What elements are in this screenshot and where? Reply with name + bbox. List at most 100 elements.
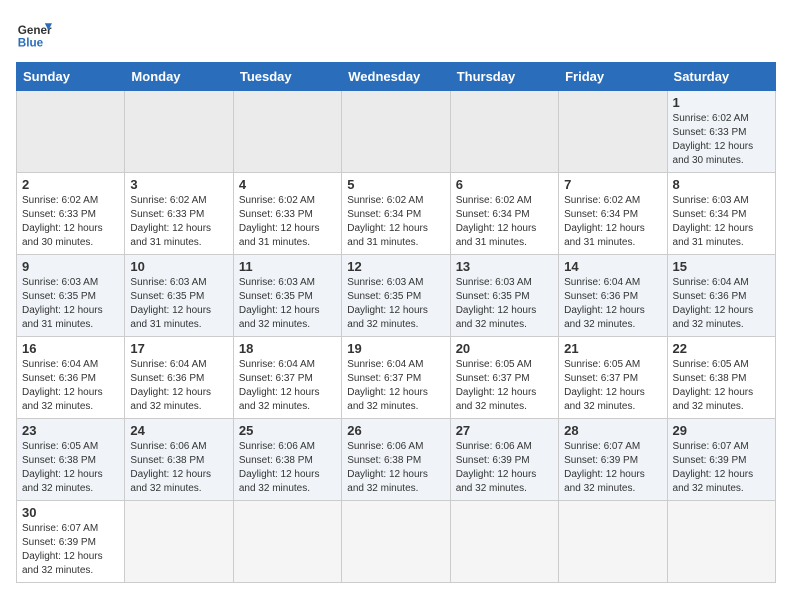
day-info: Sunrise: 6:02 AM Sunset: 6:33 PM Dayligh…	[239, 194, 336, 250]
calendar-day-cell: 7 Sunrise: 6:02 AM Sunset: 6:34 PM Daylig…	[559, 173, 667, 255]
logo: General Blue	[16, 16, 52, 52]
day-info: Sunrise: 6:07 AM Sunset: 6:39 PM Dayligh…	[564, 440, 661, 496]
calendar-week-row: 23 Sunrise: 6:05 AM Sunset: 6:38 PM Dayli…	[17, 419, 776, 501]
page-header: General Blue	[16, 16, 776, 52]
day-info: Sunrise: 6:04 AM Sunset: 6:36 PM Dayligh…	[130, 358, 227, 414]
generalblue-logo-icon: General Blue	[16, 16, 52, 52]
calendar-day-cell	[559, 91, 667, 173]
calendar-day-cell: 2 Sunrise: 6:02 AM Sunset: 6:33 PM Daylig…	[17, 173, 125, 255]
day-number: 27	[456, 423, 553, 438]
day-info: Sunrise: 6:05 AM Sunset: 6:38 PM Dayligh…	[22, 440, 119, 496]
day-info: Sunrise: 6:04 AM Sunset: 6:36 PM Dayligh…	[564, 276, 661, 332]
calendar-week-row: 1Sunrise: 6:02 AM Sunset: 6:33 PM Daylig…	[17, 91, 776, 173]
calendar-day-cell: 8 Sunrise: 6:03 AM Sunset: 6:34 PM Daylig…	[667, 173, 775, 255]
day-number: 28	[564, 423, 661, 438]
calendar-day-cell: 6Sunrise: 6:02 AM Sunset: 6:34 PM Daylig…	[450, 173, 558, 255]
day-info: Sunrise: 6:04 AM Sunset: 6:37 PM Dayligh…	[347, 358, 444, 414]
calendar-day-cell: 27 Sunrise: 6:06 AM Sunset: 6:39 PM Dayli…	[450, 419, 558, 501]
calendar-day-cell	[125, 501, 233, 583]
calendar-day-cell: 4Sunrise: 6:02 AM Sunset: 6:33 PM Daylig…	[233, 173, 341, 255]
day-header-sunday: Sunday	[17, 63, 125, 91]
calendar-day-cell: 1Sunrise: 6:02 AM Sunset: 6:33 PM Daylig…	[667, 91, 775, 173]
day-number: 22	[673, 341, 770, 356]
calendar-day-cell: 29Sunrise: 6:07 AM Sunset: 6:39 PM Dayli…	[667, 419, 775, 501]
calendar-table: SundayMondayTuesdayWednesdayThursdayFrid…	[16, 62, 776, 583]
day-info: Sunrise: 6:06 AM Sunset: 6:39 PM Dayligh…	[456, 440, 553, 496]
calendar-day-cell	[450, 501, 558, 583]
day-info: Sunrise: 6:05 AM Sunset: 6:37 PM Dayligh…	[456, 358, 553, 414]
day-number: 20	[456, 341, 553, 356]
day-number: 13	[456, 259, 553, 274]
day-info: Sunrise: 6:03 AM Sunset: 6:35 PM Dayligh…	[130, 276, 227, 332]
calendar-day-cell	[125, 91, 233, 173]
calendar-day-cell	[17, 91, 125, 173]
day-number: 17	[130, 341, 227, 356]
calendar-day-cell: 28 Sunrise: 6:07 AM Sunset: 6:39 PM Dayli…	[559, 419, 667, 501]
calendar-day-cell: 16 Sunrise: 6:04 AM Sunset: 6:36 PM Dayli…	[17, 337, 125, 419]
calendar-day-cell: 17 Sunrise: 6:04 AM Sunset: 6:36 PM Dayli…	[125, 337, 233, 419]
day-number: 2	[22, 177, 119, 192]
day-info: Sunrise: 6:02 AM Sunset: 6:34 PM Dayligh…	[347, 194, 444, 250]
day-number: 8	[673, 177, 770, 192]
day-header-thursday: Thursday	[450, 63, 558, 91]
day-info: Sunrise: 6:02 AM Sunset: 6:34 PM Dayligh…	[564, 194, 661, 250]
day-number: 19	[347, 341, 444, 356]
svg-text:Blue: Blue	[18, 37, 44, 50]
calendar-day-cell: 26 Sunrise: 6:06 AM Sunset: 6:38 PM Dayli…	[342, 419, 450, 501]
calendar-day-cell	[559, 501, 667, 583]
day-number: 23	[22, 423, 119, 438]
calendar-day-cell: 25Sunrise: 6:06 AM Sunset: 6:38 PM Dayli…	[233, 419, 341, 501]
day-info: Sunrise: 6:02 AM Sunset: 6:34 PM Dayligh…	[456, 194, 553, 250]
calendar-day-cell: 11 Sunrise: 6:03 AM Sunset: 6:35 PM Dayli…	[233, 255, 341, 337]
day-number: 9	[22, 259, 119, 274]
calendar-day-cell: 19 Sunrise: 6:04 AM Sunset: 6:37 PM Dayli…	[342, 337, 450, 419]
calendar-day-cell: 5 Sunrise: 6:02 AM Sunset: 6:34 PM Daylig…	[342, 173, 450, 255]
calendar-week-row: 16 Sunrise: 6:04 AM Sunset: 6:36 PM Dayli…	[17, 337, 776, 419]
calendar-day-cell	[233, 91, 341, 173]
calendar-day-cell: 14 Sunrise: 6:04 AM Sunset: 6:36 PM Dayli…	[559, 255, 667, 337]
calendar-day-cell: 18Sunrise: 6:04 AM Sunset: 6:37 PM Dayli…	[233, 337, 341, 419]
day-info: Sunrise: 6:02 AM Sunset: 6:33 PM Dayligh…	[22, 194, 119, 250]
day-info: Sunrise: 6:03 AM Sunset: 6:35 PM Dayligh…	[22, 276, 119, 332]
day-number: 5	[347, 177, 444, 192]
day-info: Sunrise: 6:05 AM Sunset: 6:38 PM Dayligh…	[673, 358, 770, 414]
calendar-day-cell: 3Sunrise: 6:02 AM Sunset: 6:33 PM Daylig…	[125, 173, 233, 255]
day-header-saturday: Saturday	[667, 63, 775, 91]
calendar-day-cell: 22 Sunrise: 6:05 AM Sunset: 6:38 PM Dayli…	[667, 337, 775, 419]
day-number: 12	[347, 259, 444, 274]
day-number: 29	[673, 423, 770, 438]
day-info: Sunrise: 6:04 AM Sunset: 6:36 PM Dayligh…	[22, 358, 119, 414]
calendar-day-cell: 9 Sunrise: 6:03 AM Sunset: 6:35 PM Daylig…	[17, 255, 125, 337]
day-number: 21	[564, 341, 661, 356]
calendar-day-cell	[233, 501, 341, 583]
calendar-week-row: 9 Sunrise: 6:03 AM Sunset: 6:35 PM Daylig…	[17, 255, 776, 337]
day-number: 30	[22, 505, 119, 520]
day-header-friday: Friday	[559, 63, 667, 91]
calendar-header-row: SundayMondayTuesdayWednesdayThursdayFrid…	[17, 63, 776, 91]
calendar-day-cell: 30Sunrise: 6:07 AM Sunset: 6:39 PM Dayli…	[17, 501, 125, 583]
day-number: 26	[347, 423, 444, 438]
day-info: Sunrise: 6:03 AM Sunset: 6:35 PM Dayligh…	[347, 276, 444, 332]
day-number: 11	[239, 259, 336, 274]
day-info: Sunrise: 6:06 AM Sunset: 6:38 PM Dayligh…	[239, 440, 336, 496]
day-header-tuesday: Tuesday	[233, 63, 341, 91]
day-number: 16	[22, 341, 119, 356]
day-info: Sunrise: 6:02 AM Sunset: 6:33 PM Dayligh…	[130, 194, 227, 250]
calendar-week-row: 2 Sunrise: 6:02 AM Sunset: 6:33 PM Daylig…	[17, 173, 776, 255]
calendar-day-cell	[342, 91, 450, 173]
calendar-day-cell: 13Sunrise: 6:03 AM Sunset: 6:35 PM Dayli…	[450, 255, 558, 337]
day-header-wednesday: Wednesday	[342, 63, 450, 91]
calendar-week-row: 30Sunrise: 6:07 AM Sunset: 6:39 PM Dayli…	[17, 501, 776, 583]
calendar-day-cell: 10Sunrise: 6:03 AM Sunset: 6:35 PM Dayli…	[125, 255, 233, 337]
calendar-day-cell: 20 Sunrise: 6:05 AM Sunset: 6:37 PM Dayli…	[450, 337, 558, 419]
day-info: Sunrise: 6:03 AM Sunset: 6:35 PM Dayligh…	[239, 276, 336, 332]
day-info: Sunrise: 6:06 AM Sunset: 6:38 PM Dayligh…	[347, 440, 444, 496]
day-number: 14	[564, 259, 661, 274]
calendar-day-cell: 12 Sunrise: 6:03 AM Sunset: 6:35 PM Dayli…	[342, 255, 450, 337]
calendar-day-cell	[667, 501, 775, 583]
calendar-day-cell	[450, 91, 558, 173]
day-info: Sunrise: 6:03 AM Sunset: 6:34 PM Dayligh…	[673, 194, 770, 250]
calendar-day-cell: 21Sunrise: 6:05 AM Sunset: 6:37 PM Dayli…	[559, 337, 667, 419]
day-number: 7	[564, 177, 661, 192]
day-info: Sunrise: 6:06 AM Sunset: 6:38 PM Dayligh…	[130, 440, 227, 496]
